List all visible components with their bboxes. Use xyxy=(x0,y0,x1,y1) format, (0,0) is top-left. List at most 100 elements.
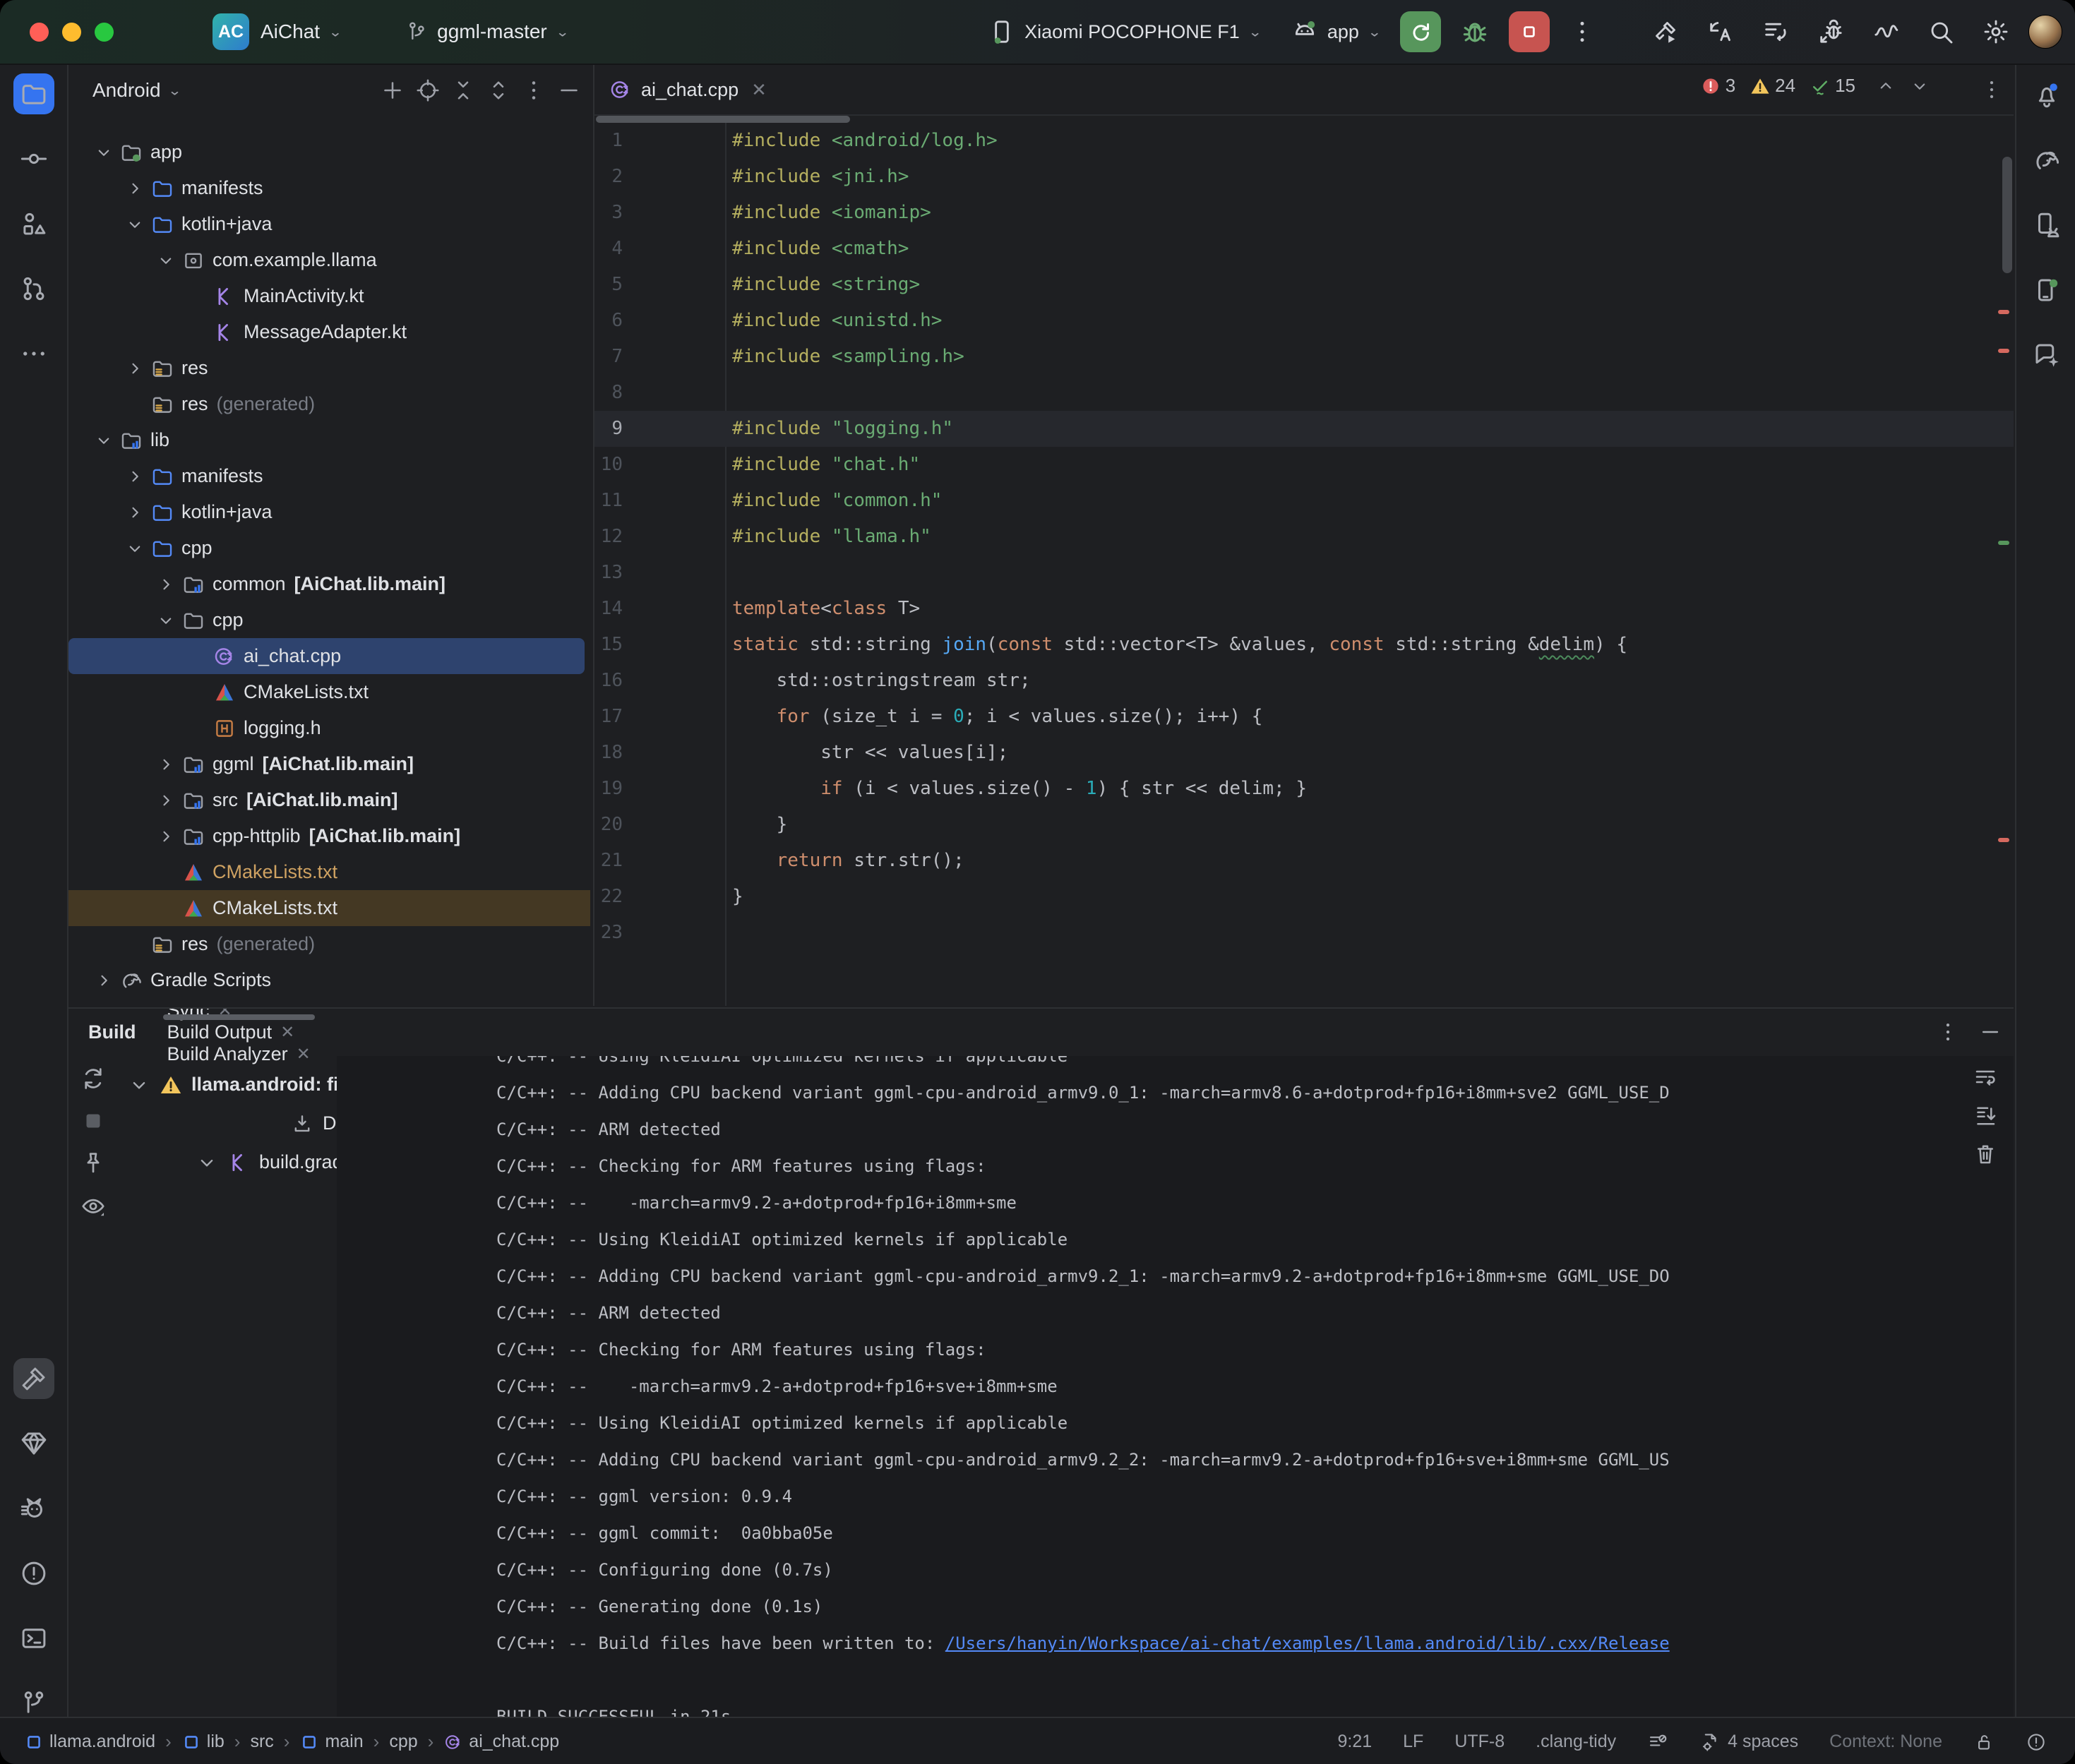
close-tab-icon[interactable]: ✕ xyxy=(297,1044,311,1064)
tool-window-button-commit[interactable] xyxy=(13,138,54,179)
tree-item-cpp[interactable]: cpp xyxy=(68,602,593,638)
expand-all-button[interactable] xyxy=(450,78,476,103)
build-tab-build-output[interactable]: Build Output✕ xyxy=(167,1021,311,1043)
tree-item-common[interactable]: common[AiChat.lib.main] xyxy=(68,566,593,602)
project-selector[interactable]: AiChat ⌄ xyxy=(261,20,342,43)
add-button[interactable] xyxy=(380,78,405,103)
tree-item-app[interactable]: app xyxy=(68,134,593,170)
close-window-button[interactable] xyxy=(30,23,49,42)
collapse-all-button[interactable] xyxy=(486,78,511,103)
tree-item-cpp[interactable]: cpp xyxy=(68,530,593,566)
chevron-right-icon[interactable] xyxy=(124,178,145,199)
tool-window-button-project[interactable] xyxy=(13,73,54,114)
apply-run-button[interactable] xyxy=(1706,18,1735,46)
breadcrumb-item[interactable]: ai_chat.cpp xyxy=(443,1732,559,1752)
status-item-9-21[interactable]: 9:21 xyxy=(1337,1732,1372,1752)
error-stripe-mark[interactable] xyxy=(1998,838,2009,842)
chevron-down-icon[interactable] xyxy=(127,1073,151,1097)
zoom-window-button[interactable] xyxy=(95,23,114,42)
tool-window-button-terminal[interactable] xyxy=(13,1618,54,1659)
user-avatar[interactable] xyxy=(2028,15,2062,49)
error-stripe-mark[interactable] xyxy=(1998,349,2009,353)
breadcrumb-item[interactable]: main xyxy=(299,1732,363,1752)
tree-item-kotlin-java[interactable]: kotlin+java xyxy=(68,494,593,530)
status-item-context-none[interactable]: Context: None xyxy=(1829,1732,1942,1752)
tool-window-button-running-devices[interactable] xyxy=(2026,270,2067,311)
minus-button[interactable] xyxy=(556,78,582,103)
tree-item-src[interactable]: src[AiChat.lib.main] xyxy=(68,782,593,818)
tree-item-res[interactable]: res xyxy=(68,350,593,386)
build-tree-item[interactable]: BuildType 'debug' is both de xyxy=(118,1220,337,1259)
chevron-down-icon[interactable] xyxy=(155,250,177,271)
tree-item-ggml[interactable]: ggml[AiChat.lib.main] xyxy=(68,746,593,782)
chevron-down-icon[interactable] xyxy=(124,538,145,559)
run-configuration-selector[interactable]: app ⌄ xyxy=(1291,18,1382,46)
next-problem-button[interactable] xyxy=(1909,76,1930,97)
editor-vertical-scrollbar[interactable] xyxy=(2002,157,2012,273)
more-actions-button[interactable] xyxy=(1568,18,1596,46)
build-options-button[interactable] xyxy=(1936,1020,1960,1044)
tree-item-messageadapter-kt[interactable]: MessageAdapter.kt xyxy=(68,314,593,350)
minimize-window-button[interactable] xyxy=(62,23,81,42)
chevron-right-icon[interactable] xyxy=(93,970,114,991)
scroll-end-button[interactable] xyxy=(1973,1103,1998,1129)
inspections-widget[interactable]: 3 24 15 xyxy=(1700,75,1930,97)
tree-item-lib[interactable]: lib xyxy=(68,422,593,458)
tree-item-manifests[interactable]: manifests xyxy=(68,458,593,494)
soft-wrap-button[interactable] xyxy=(1973,1065,1998,1091)
eye-button[interactable] xyxy=(80,1192,107,1219)
rerun-button[interactable] xyxy=(1400,11,1441,52)
settings-button[interactable] xyxy=(1982,18,2010,46)
tree-item-kotlin-java[interactable]: kotlin+java xyxy=(68,206,593,242)
tool-window-button-problems[interactable] xyxy=(13,1553,54,1594)
tool-window-button-more-tool-windows[interactable] xyxy=(13,333,54,374)
attach-debugger-button[interactable] xyxy=(1817,18,1845,46)
breadcrumb-item[interactable]: cpp xyxy=(389,1732,417,1752)
chevron-down-icon[interactable] xyxy=(93,142,114,163)
tree-item-cmakelists-txt[interactable]: CMakeLists.txt xyxy=(68,890,590,926)
build-output-path-link[interactable]: /Users/hanyin/Workspace/ai-chat/examples… xyxy=(945,1633,1670,1653)
tree-item-manifests[interactable]: manifests xyxy=(68,170,593,206)
close-tab-icon[interactable]: ✕ xyxy=(751,79,767,101)
tool-window-button-gemini[interactable] xyxy=(2026,335,2067,376)
build-tree-item[interactable]: 'jvmTarget: String' is deprec xyxy=(118,1182,337,1220)
apply-code-button[interactable] xyxy=(1762,18,1790,46)
tab-ai-chat-cpp[interactable]: ai_chat.cpp ✕ xyxy=(594,65,779,114)
error-stripe-mark[interactable] xyxy=(1998,541,2009,545)
status-item[interactable] xyxy=(2026,1732,2047,1753)
tool-window-button-structure[interactable] xyxy=(13,203,54,244)
chevron-down-icon[interactable] xyxy=(155,610,177,631)
status-item[interactable] xyxy=(1973,1732,1995,1753)
device-selector[interactable]: Xiaomi POCOPHONE F1 ⌄ xyxy=(988,18,1262,46)
chevron-right-icon[interactable] xyxy=(124,466,145,487)
breadcrumb-item[interactable]: llama.android xyxy=(24,1732,155,1752)
build-tree-item[interactable]: build.gradle.ktsapp 1 warning xyxy=(118,1143,337,1182)
previous-problem-button[interactable] xyxy=(1875,76,1896,97)
tree-item-gradle-scripts[interactable]: Gradle Scripts xyxy=(68,962,593,998)
build-tab-sync[interactable]: Sync✕ xyxy=(167,1007,311,1021)
re-sync-button[interactable] xyxy=(80,1065,107,1092)
status-item-utf-8[interactable]: UTF-8 xyxy=(1454,1732,1505,1752)
tree-item-logging-h[interactable]: logging.h xyxy=(68,710,593,746)
tool-window-button-build[interactable] xyxy=(13,1358,54,1399)
breadcrumb-item[interactable]: lib xyxy=(181,1732,225,1752)
chevron-right-icon[interactable] xyxy=(124,502,145,523)
status-item[interactable] xyxy=(1647,1732,1668,1753)
tree-item-ai-chat-cpp[interactable]: ai_chat.cpp xyxy=(68,638,585,674)
tree-item-res[interactable]: res(generated) xyxy=(68,926,593,962)
build-tree-item[interactable]: llama.android: fi22 sec, 583 ms xyxy=(118,1065,337,1104)
breadcrumb-item[interactable]: src xyxy=(250,1732,273,1752)
chevron-down-icon[interactable] xyxy=(124,214,145,235)
editor-horizontal-scrollbar[interactable] xyxy=(596,116,850,123)
stop-sq-button[interactable] xyxy=(80,1108,107,1134)
tree-item-res[interactable]: res(generated) xyxy=(68,386,593,422)
tool-window-button-logcat[interactable] xyxy=(13,1488,54,1529)
tool-window-button-app-quality-insights[interactable] xyxy=(13,1423,54,1464)
editor-options-button[interactable] xyxy=(1980,78,2004,102)
chevron-right-icon[interactable] xyxy=(155,754,177,775)
hide-build-panel-button[interactable] xyxy=(1978,1020,2002,1044)
status-item-4-spaces[interactable]: 4 spaces xyxy=(1699,1732,1798,1753)
debug-button[interactable] xyxy=(1459,16,1490,47)
tool-window-button-gradle[interactable] xyxy=(2026,140,2067,181)
build-console[interactable]: C/C++: -- Using KleidiAI optimized kerne… xyxy=(337,1056,2014,1717)
